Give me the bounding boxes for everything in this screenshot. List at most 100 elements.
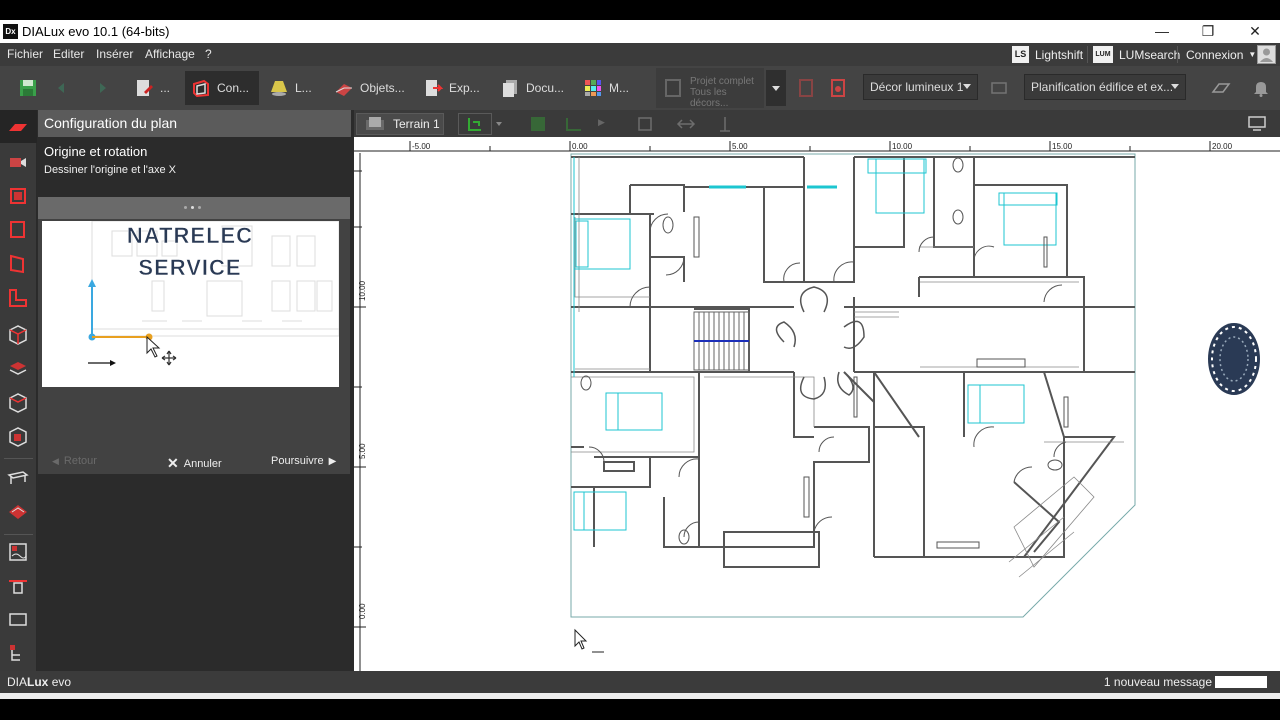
ruler-x-label: 15.00: [1052, 142, 1073, 151]
green-square-icon[interactable]: [529, 115, 547, 133]
app-logo-icon: Dx: [3, 24, 18, 39]
floorplan-thumbnail-icon: NATRELEC SERVICE: [88, 221, 339, 366]
rectangle-icon[interactable]: [6, 608, 30, 632]
hierarchy-icon[interactable]: [6, 642, 30, 666]
undo-button[interactable]: [48, 71, 80, 105]
save-button[interactable]: [12, 71, 44, 105]
planning-label: Planification édifice et ex...: [1031, 80, 1174, 94]
room-icon[interactable]: [6, 184, 30, 208]
camera-icon[interactable]: [6, 150, 30, 174]
table-icon[interactable]: [6, 466, 30, 490]
green-plan-icon: [468, 118, 481, 131]
green-corner-icon[interactable]: [564, 115, 584, 133]
parallelogram-icon: [1211, 83, 1231, 93]
ruler-x-label: 5.00: [732, 142, 748, 151]
save-icon: [20, 80, 36, 96]
menu-fichier[interactable]: Fichier: [7, 47, 43, 61]
measure-icon[interactable]: [6, 540, 30, 564]
avatar[interactable]: [1257, 45, 1276, 64]
lumsearch-button[interactable]: LUM LUMsearch: [1093, 43, 1180, 66]
card-drag-handle[interactable]: [38, 197, 350, 219]
minimize-button[interactable]: —: [1152, 22, 1172, 40]
restore-button[interactable]: ❐: [1198, 22, 1218, 40]
message-link[interactable]: 1 nouveau message: [1104, 675, 1212, 689]
redo-icon: [100, 83, 106, 93]
calculator-button[interactable]: [790, 71, 822, 105]
back-label: Retour: [63, 455, 97, 467]
ruler-x-label: -5.00: [412, 142, 431, 151]
tab-construction[interactable]: Con...: [185, 71, 259, 105]
watermark-line-1: NATRELEC: [127, 223, 253, 248]
menu-affichage[interactable]: Affichage: [145, 47, 195, 61]
screen: Dx DIALux evo 10.1 (64-bits) — ❐ ✕ Fichi…: [0, 0, 1280, 720]
undo-icon: [58, 83, 64, 93]
door-icon[interactable]: [6, 252, 30, 276]
floor-plan-icon[interactable]: [6, 286, 30, 310]
luminaire-icon: [271, 81, 287, 96]
terrain-tab[interactable]: Terrain 1: [356, 113, 444, 135]
tab-lumiere[interactable]: L...: [263, 71, 318, 105]
chevron-down-icon[interactable]: [496, 122, 502, 126]
ruler-x-label: 20.00: [1212, 142, 1233, 151]
connexion-button[interactable]: Connexion ▼: [1186, 43, 1256, 66]
chevron-down-icon: [772, 86, 780, 91]
project-scope-selector[interactable]: Projet complet Tous les décors...: [656, 68, 764, 109]
main-toolbar: ... Con... L... Objets... Exp... Docu...…: [0, 66, 1280, 110]
building-cube-icon[interactable]: [6, 322, 30, 346]
tab-export[interactable]: Exp...: [417, 71, 486, 105]
taskbar-edge: [0, 693, 1280, 699]
panel-title: Configuration du plan: [38, 110, 351, 137]
message-indicator[interactable]: [1215, 676, 1267, 688]
instruction-card: NATRELEC SERVICE: [38, 197, 350, 474]
tool-divider: [4, 534, 33, 535]
close-button[interactable]: ✕: [1245, 22, 1265, 40]
object-cube-icon[interactable]: [6, 424, 30, 448]
calc-settings-button[interactable]: [822, 71, 854, 105]
tab-documentation[interactable]: Docu...: [494, 71, 570, 105]
storey-icon[interactable]: [6, 356, 30, 380]
tab-projet[interactable]: ...: [128, 71, 176, 105]
chevron-right-icon[interactable]: ▶: [598, 117, 605, 128]
planning-dropdown[interactable]: Planification édifice et ex...: [1024, 74, 1186, 100]
tab-mosaic[interactable]: M...: [577, 71, 635, 105]
view-mode-button[interactable]: [1205, 71, 1237, 105]
decor-label: Décor lumineux 1: [870, 80, 964, 94]
volume-icon[interactable]: [6, 390, 30, 414]
tab-objets[interactable]: Objets...: [328, 71, 411, 105]
project-scope-dropdown[interactable]: [766, 70, 786, 106]
floor-plan-drawing[interactable]: -5.00 0.00 5.00 10.00 15.00 20.00 10.00 …: [354, 137, 1280, 671]
crop-icon[interactable]: [636, 115, 654, 133]
redo-button[interactable]: [84, 71, 116, 105]
plan-icon: [9, 124, 27, 131]
plan-canvas[interactable]: -5.00 0.00 5.00 10.00 15.00 20.00 10.00 …: [354, 137, 1280, 671]
decor-dropdown[interactable]: Décor lumineux 1: [863, 74, 978, 100]
ruler-x-label: 10.00: [892, 142, 913, 151]
tab-documentation-label: Docu...: [526, 81, 565, 95]
wall-icon[interactable]: [6, 218, 30, 242]
next-button[interactable]: Poursuivre ▶: [271, 455, 336, 467]
align-icon[interactable]: [676, 115, 696, 133]
monitor-icon: [991, 82, 1007, 94]
draw-mode-button[interactable]: [458, 113, 492, 135]
menu-editer[interactable]: Editer: [53, 47, 84, 61]
tool-divider: [4, 458, 33, 459]
mouse-cursor-icon: [574, 628, 604, 653]
decor-settings-button[interactable]: [983, 71, 1015, 105]
menu-inserer[interactable]: Insérer: [96, 47, 133, 61]
export-icon: [426, 80, 443, 96]
tool-plan-active[interactable]: [0, 110, 37, 143]
bell-icon: [1254, 82, 1268, 97]
material-icon[interactable]: [6, 500, 30, 524]
cancel-button[interactable]: ✕ Annuler: [167, 455, 222, 472]
ruler-x-label: 0.00: [572, 142, 588, 151]
back-button[interactable]: ◀ Retour: [52, 455, 97, 467]
distribute-icon[interactable]: [716, 115, 734, 133]
section-icon[interactable]: [6, 574, 30, 598]
notifications-button[interactable]: [1245, 71, 1277, 105]
menu-help[interactable]: ?: [205, 47, 212, 61]
status-bar: DIALux evo 1 nouveau message: [0, 671, 1280, 693]
display-icon[interactable]: [1247, 114, 1267, 132]
plan-configuration-panel: Configuration du plan Origine et rotatio…: [37, 110, 354, 671]
tab-export-label: Exp...: [449, 81, 480, 95]
lightshift-button[interactable]: LS Lightshift: [1012, 43, 1083, 66]
